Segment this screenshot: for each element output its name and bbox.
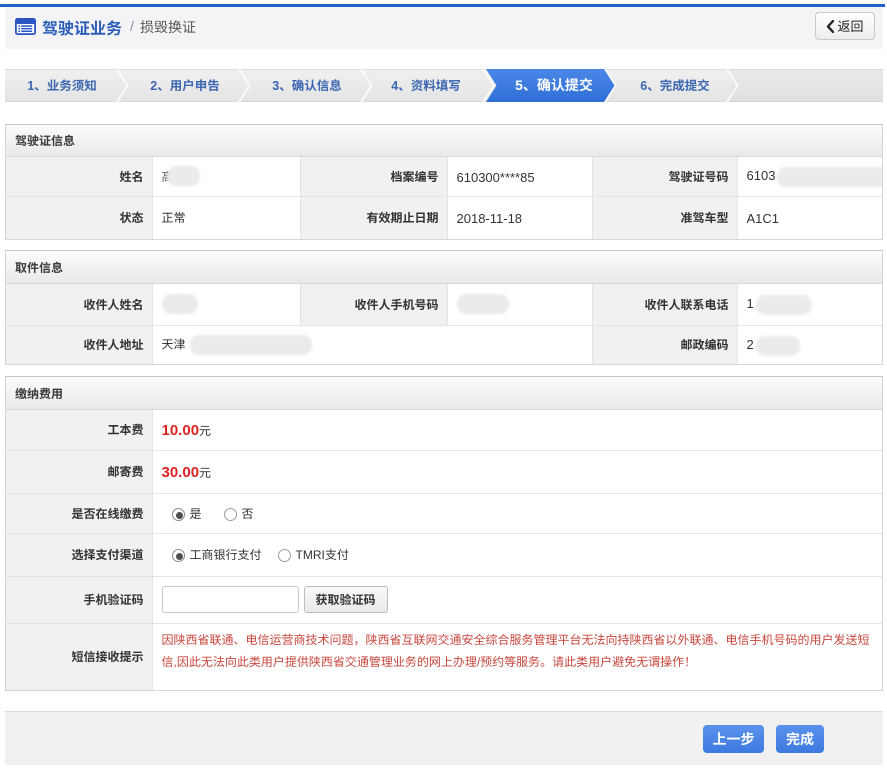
svg-text:2、用户申告: 2、用户申告 — [150, 75, 219, 94]
svg-text:6、完成提交: 6、完成提交 — [640, 75, 709, 94]
svg-text:5、确认提交: 5、确认提交 — [515, 75, 593, 95]
svg-text:3、确认信息: 3、确认信息 — [272, 75, 341, 94]
svg-text:4、资料填写: 4、资料填写 — [391, 75, 460, 94]
svg-text:1、业务须知: 1、业务须知 — [27, 75, 96, 94]
